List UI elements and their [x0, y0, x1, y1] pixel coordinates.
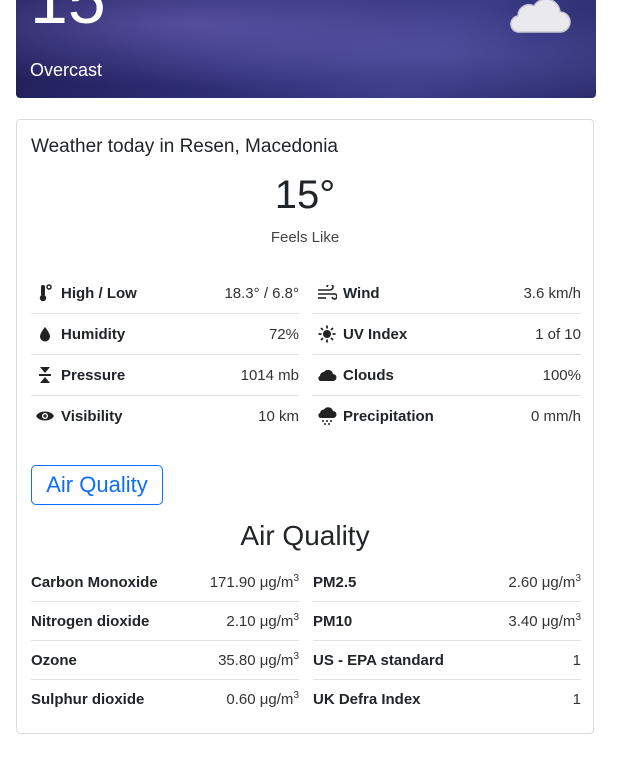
air-quality-label: Carbon Monoxide — [31, 573, 158, 591]
weather-details: High / Low 18.3° / 6.8° Wind 3.6 km/h Hu… — [31, 273, 583, 436]
detail-value: 18.3° / 6.8° — [224, 284, 299, 302]
droplet-icon — [35, 324, 55, 344]
air-quality-unit: μg/m — [541, 613, 576, 630]
air-quality-row: PM2.5 2.60 μg/m3 — [313, 563, 581, 602]
pressure-icon — [35, 365, 55, 385]
cloud-icon — [317, 365, 337, 385]
detail-value: 3.6 km/h — [523, 284, 581, 302]
air-quality-unit-exponent: 3 — [293, 573, 299, 584]
hero-temperature: 15° — [30, 0, 133, 38]
air-quality-unit: μg/m — [259, 691, 294, 708]
detail-value: 1014 mb — [240, 366, 299, 384]
air-quality-unit-exponent: 3 — [575, 573, 581, 584]
air-quality-row: Nitrogen dioxide 2.10 μg/m3 — [31, 602, 299, 641]
detail-label: Wind — [343, 284, 380, 302]
air-quality-row: UK Defra Index 1 — [313, 680, 581, 718]
detail-row-humidity: Humidity 72% — [31, 314, 299, 355]
air-quality-label: PM10 — [313, 612, 353, 630]
detail-label: Precipitation — [343, 407, 434, 425]
air-quality-row: Ozone 35.80 μg/m3 — [31, 641, 299, 680]
air-quality-row: Carbon Monoxide 171.90 μg/m3 — [31, 563, 299, 602]
air-quality-label: UK Defra Index — [313, 690, 421, 708]
air-quality-number: 1 — [572, 690, 581, 708]
detail-label: Visibility — [61, 407, 123, 425]
air-quality-number: 171.90 — [209, 574, 256, 591]
rain-cloud-icon — [317, 406, 337, 426]
wind-icon — [317, 283, 337, 303]
air-quality-number: 0.60 — [226, 691, 256, 708]
air-quality-unit: μg/m — [259, 574, 294, 591]
air-quality-unit: μg/m — [259, 613, 294, 630]
detail-value: 100% — [542, 366, 581, 384]
air-quality-label: PM2.5 — [313, 573, 357, 591]
air-quality-value: 2.10 μg/m3 — [226, 612, 299, 630]
current-temperature: 15° — [274, 173, 336, 217]
detail-row-precipitation: Precipitation 0 mm/h — [313, 396, 581, 436]
air-quality-value: 1 — [573, 691, 581, 708]
hero-condition: Overcast — [30, 60, 103, 80]
detail-label: High / Low — [61, 284, 137, 302]
air-quality-number: 1 — [572, 651, 581, 669]
air-quality-number: 35.80 — [218, 652, 256, 669]
air-quality-label: Sulphur dioxide — [31, 690, 145, 708]
air-quality-row: Sulphur dioxide 0.60 μg/m3 — [31, 680, 299, 718]
air-quality-row: PM10 3.40 μg/m3 — [313, 602, 581, 641]
air-quality-value: 0.60 μg/m3 — [226, 690, 299, 708]
air-quality-label: Ozone — [31, 651, 77, 669]
air-quality-unit: μg/m — [259, 652, 294, 669]
detail-row-pressure: Pressure 1014 mb — [31, 355, 299, 396]
air-quality-number: 3.40 — [508, 613, 538, 630]
detail-row-wind: Wind 3.6 km/h — [313, 273, 581, 314]
air-quality-label: US - EPA standard — [313, 651, 444, 669]
air-quality-heading: Air Quality — [240, 520, 370, 551]
air-quality-value: 35.80 μg/m3 — [218, 651, 299, 669]
eye-icon — [35, 406, 55, 426]
air-quality-unit: μg/m — [541, 574, 576, 591]
hero-banner: 15° Overcast — [16, 0, 596, 98]
feels-like-label: Feels Like — [270, 229, 340, 246]
detail-value: 1 of 10 — [535, 325, 581, 343]
air-quality-value: 171.90 μg/m3 — [210, 573, 299, 591]
sun-icon — [317, 324, 337, 344]
air-quality-unit-exponent: 3 — [293, 651, 299, 662]
air-quality-unit-exponent: 3 — [293, 690, 299, 701]
detail-value: 0 mm/h — [530, 407, 581, 425]
air-quality-row: US - EPA standard 1 — [313, 641, 581, 680]
air-quality-table: Carbon Monoxide 171.90 μg/m3 PM2.5 2.60 μg/… — [31, 563, 583, 718]
detail-row-visibility: Visibility 10 km — [31, 396, 299, 436]
air-quality-unit-exponent: 3 — [293, 612, 299, 623]
weather-card: Weather today in Resen, Macedonia 15° Fe… — [16, 119, 594, 734]
card-title: Weather today in Resen, Macedonia — [31, 136, 338, 157]
detail-row-uv-index: UV Index 1 of 10 — [313, 314, 581, 355]
air-quality-value: 1 — [573, 652, 581, 669]
detail-row-high-low: High / Low 18.3° / 6.8° — [31, 273, 299, 314]
detail-value: 10 km — [258, 407, 299, 425]
air-quality-unit-exponent: 3 — [575, 612, 581, 623]
air-quality-value: 3.40 μg/m3 — [508, 612, 581, 630]
detail-row-clouds: Clouds 100% — [313, 355, 581, 396]
cloud-icon — [510, 0, 571, 33]
air-quality-number: 2.10 — [226, 613, 256, 630]
detail-label: Clouds — [343, 366, 394, 384]
detail-label: Humidity — [61, 325, 126, 343]
air-quality-label: Nitrogen dioxide — [31, 612, 150, 630]
air-quality-button[interactable]: Air Quality — [31, 465, 163, 505]
air-quality-number: 2.60 — [508, 574, 538, 591]
air-quality-value: 2.60 μg/m3 — [508, 573, 581, 591]
thermometer-icon — [35, 283, 55, 303]
detail-label: Pressure — [61, 366, 126, 384]
detail-label: UV Index — [343, 325, 408, 343]
detail-value: 72% — [268, 325, 299, 343]
